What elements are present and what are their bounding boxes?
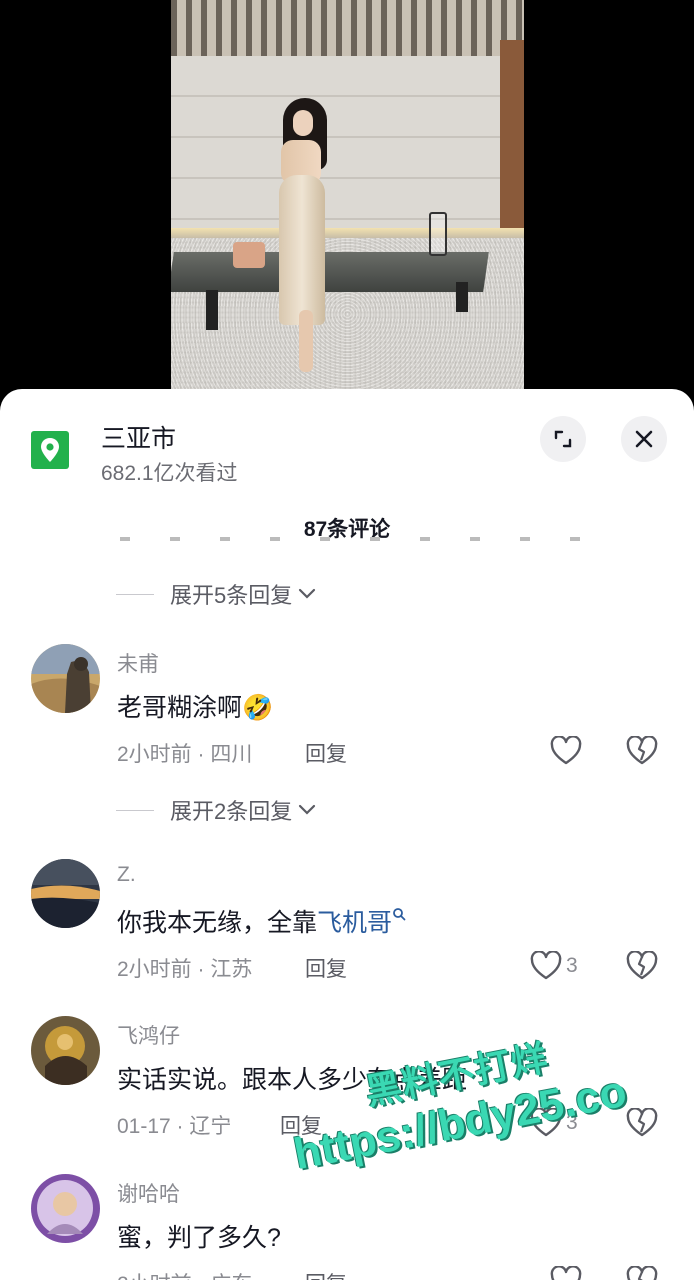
close-icon: [635, 430, 653, 448]
reply-button[interactable]: 回复: [305, 1268, 347, 1280]
avatar[interactable]: [31, 644, 100, 713]
avatar[interactable]: [31, 859, 100, 928]
emoji: 🤣: [242, 694, 274, 722]
comment-username[interactable]: 飞鸿仔: [117, 1020, 180, 1050]
broken-heart-icon: [626, 950, 658, 980]
comment-text: 蜜，判了多久?: [117, 1224, 281, 1252]
search-link[interactable]: 飞机哥: [317, 909, 392, 937]
like-button[interactable]: 3: [530, 951, 578, 981]
video-area[interactable]: [0, 0, 694, 400]
comment-time-location: 2小时前 · 四川: [117, 743, 253, 766]
expand-button[interactable]: [540, 416, 586, 462]
heart-outline-icon: [550, 1266, 582, 1280]
broken-heart-icon: [626, 735, 658, 765]
expand-replies-label: 展开2条回复: [170, 799, 293, 824]
chevron-down-icon: [299, 588, 316, 599]
dislike-button[interactable]: [626, 950, 658, 986]
like-button[interactable]: [550, 1266, 582, 1280]
heart-outline-icon: [550, 736, 582, 765]
like-button[interactable]: [550, 736, 586, 766]
comment-username[interactable]: Z.: [117, 863, 136, 887]
avatar[interactable]: [31, 1016, 100, 1085]
comment-time-location: 2小时前 · 广东: [117, 1268, 252, 1280]
broken-heart-icon: [626, 1107, 658, 1137]
reply-button[interactable]: 回复: [305, 953, 347, 983]
reply-button[interactable]: 回复: [305, 738, 347, 768]
clipped-previous-comment: [120, 537, 660, 551]
expand-corner-icon: [554, 430, 572, 448]
comment-text: 你我本无缘，全靠飞机哥: [117, 903, 406, 939]
like-count: 3: [566, 954, 578, 977]
expand-replies-label: 展开5条回复: [170, 583, 293, 608]
dislike-button[interactable]: [626, 1265, 658, 1280]
location-title[interactable]: 三亚市: [101, 419, 176, 455]
dislike-button[interactable]: [626, 735, 658, 771]
heart-outline-icon: [530, 951, 562, 980]
comment-text: 老哥糊涂啊🤣: [117, 694, 274, 722]
chevron-down-icon: [299, 804, 316, 815]
video-frame-photo: [171, 0, 524, 390]
location-views: 682.1亿次看过: [101, 462, 238, 485]
comment-username[interactable]: 谢哈哈: [117, 1178, 180, 1208]
search-icon[interactable]: [392, 907, 406, 921]
avatar[interactable]: [31, 1174, 100, 1243]
comment-time-location: 01-17 · 辽宁: [117, 1115, 232, 1138]
dislike-button[interactable]: [626, 1107, 658, 1143]
comment-time-location: 2小时前 · 江苏: [117, 958, 253, 981]
comment-username[interactable]: 未甫: [117, 648, 159, 678]
expand-replies-button[interactable]: 展开5条回复: [116, 579, 316, 609]
expand-replies-button[interactable]: 展开2条回复: [116, 795, 316, 825]
close-button[interactable]: [621, 416, 667, 462]
broken-heart-icon: [626, 1265, 658, 1280]
map-pin-icon[interactable]: [31, 431, 69, 469]
